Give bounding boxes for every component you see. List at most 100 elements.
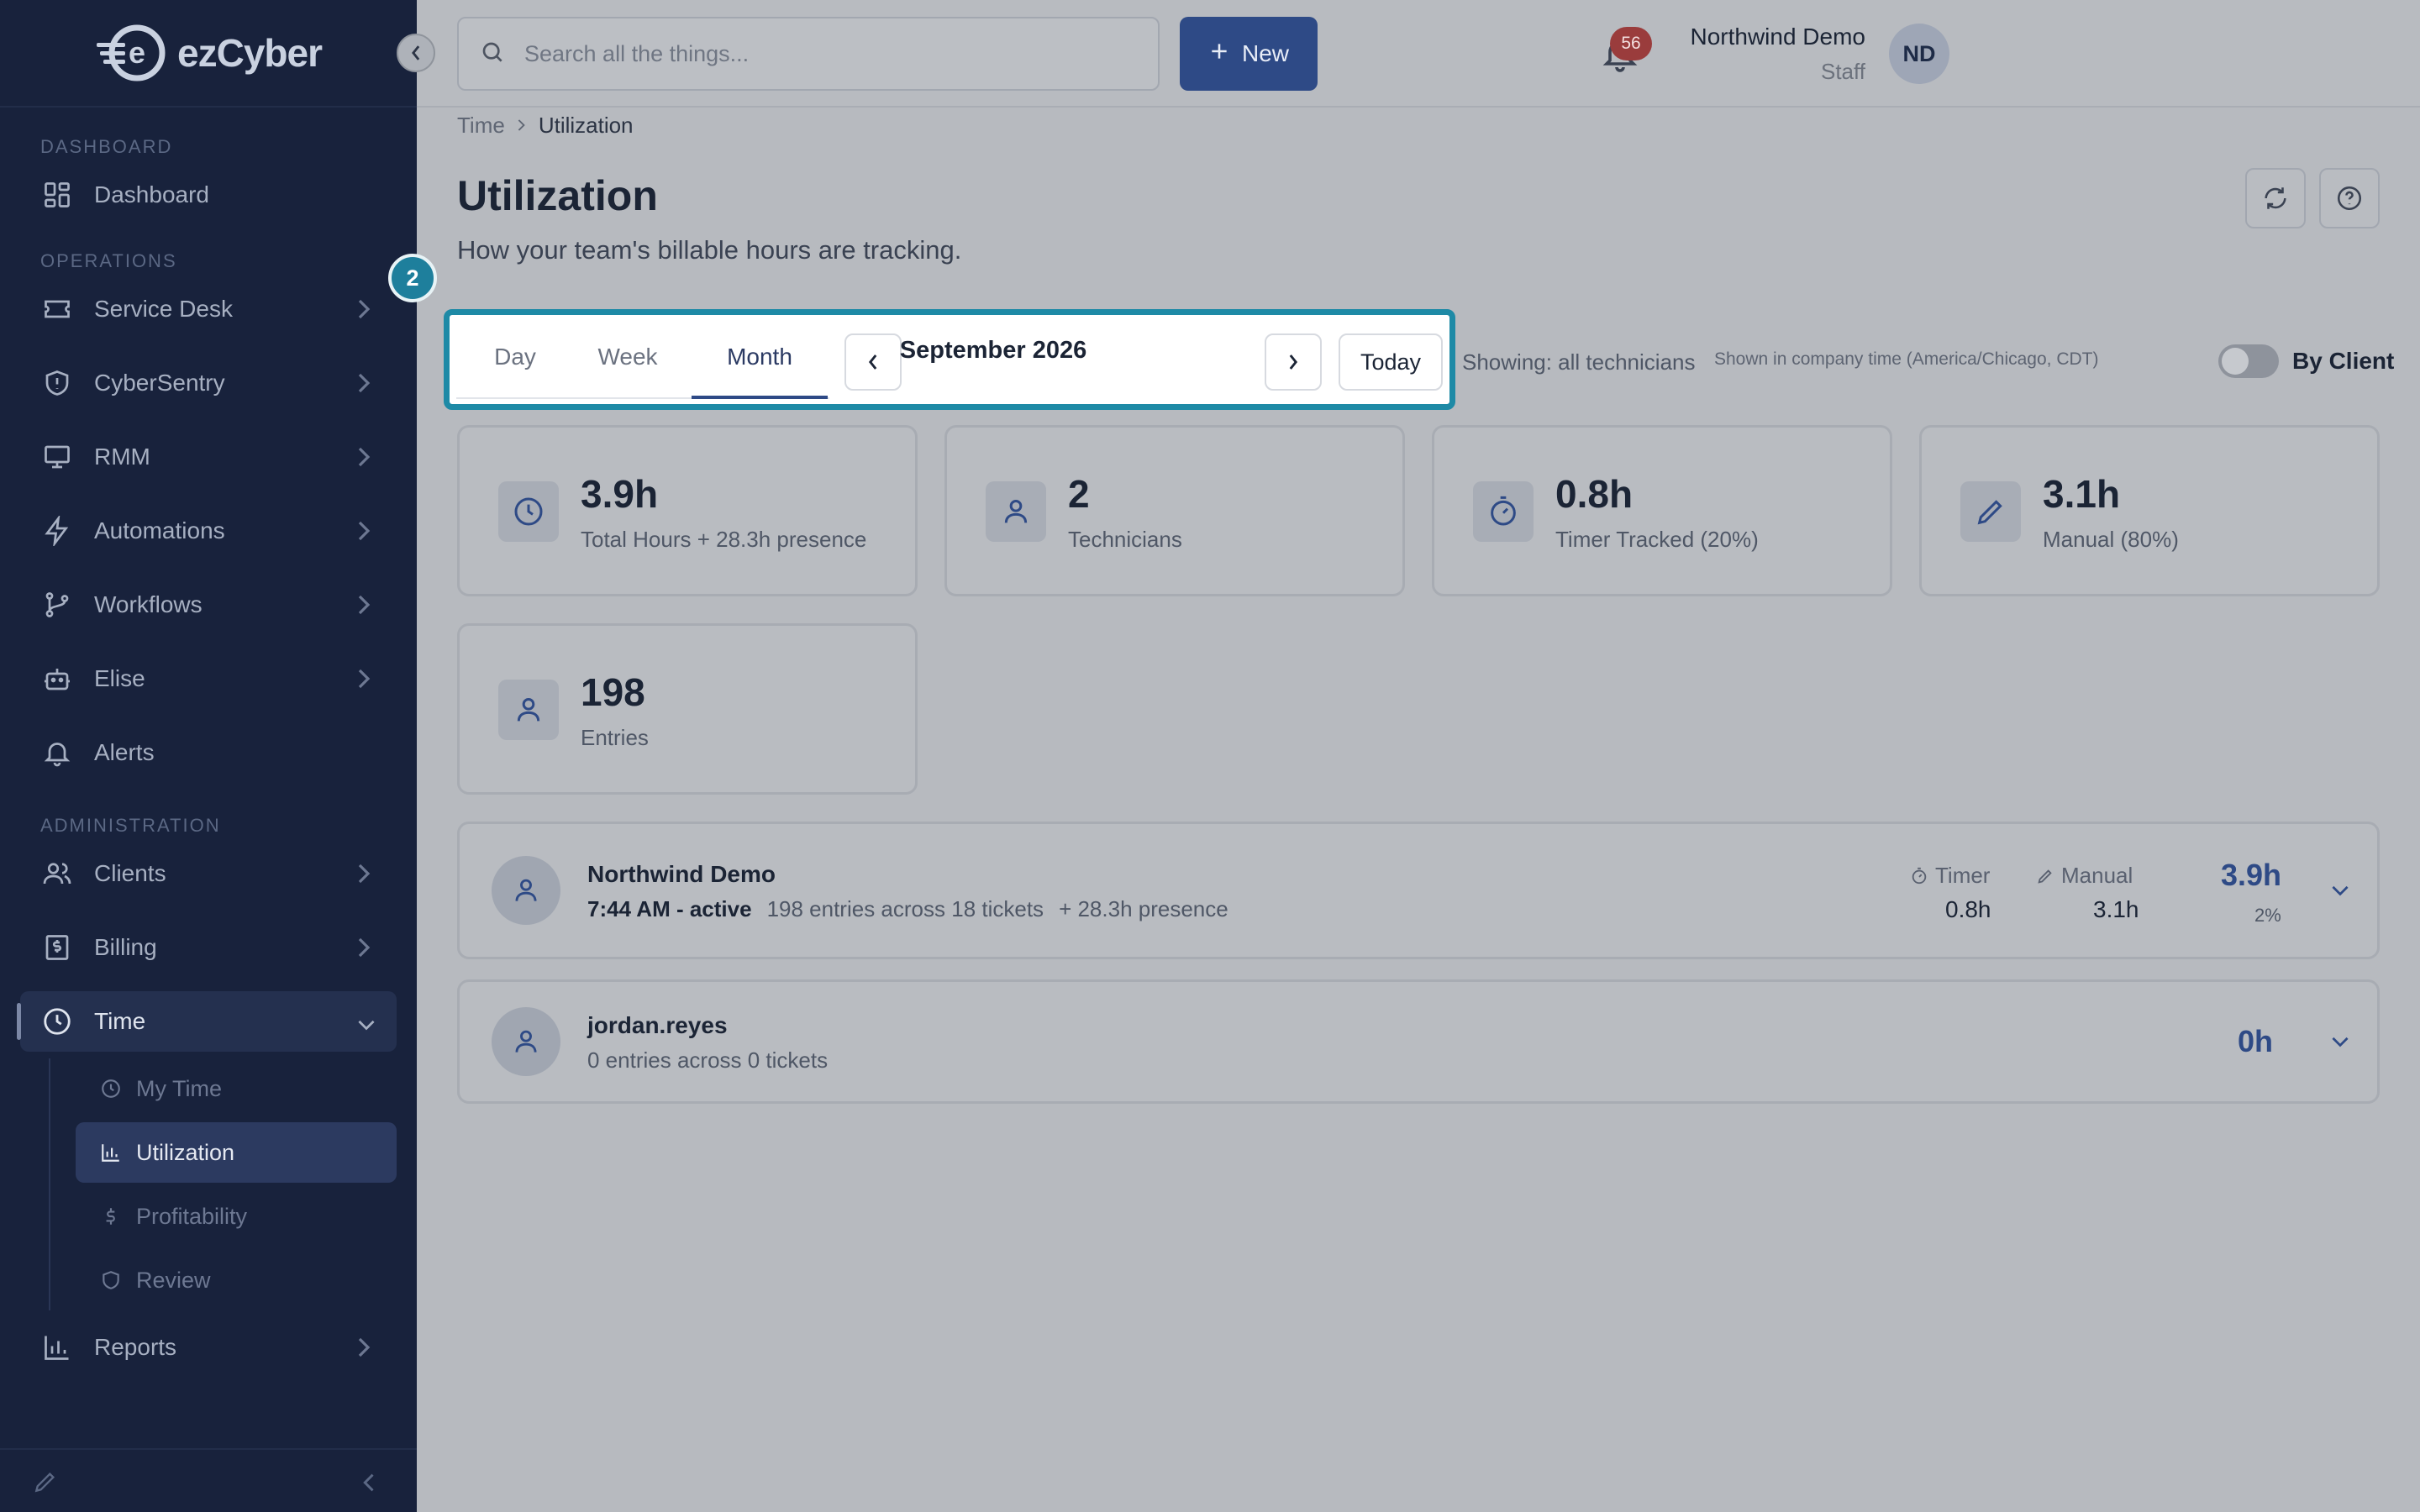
search-placeholder: Search all the things... bbox=[524, 40, 750, 66]
time-submenu: My Time Utilization Profitability Review bbox=[49, 1058, 417, 1310]
new-button[interactable]: New bbox=[1180, 17, 1318, 91]
user-name[interactable]: Northwind Demo bbox=[1597, 24, 1865, 50]
next-period-button[interactable] bbox=[1265, 333, 1322, 391]
sidebar-subitem-profitability[interactable]: Profitability bbox=[76, 1186, 397, 1247]
sidebar-item-label: CyberSentry bbox=[94, 370, 225, 396]
manual-metric-label: Manual bbox=[2036, 863, 2133, 889]
avatar[interactable]: ND bbox=[1889, 24, 1949, 84]
tab-day[interactable]: Day bbox=[483, 327, 547, 387]
bar-chart-icon bbox=[99, 1141, 123, 1164]
sidebar-item-automations[interactable]: Automations bbox=[0, 501, 417, 561]
sidebar-subitem-my-time[interactable]: My Time bbox=[76, 1058, 397, 1119]
sidebar-item-reports[interactable]: Reports bbox=[0, 1317, 417, 1378]
chevron-right-icon bbox=[356, 593, 373, 622]
tab-week[interactable]: Week bbox=[594, 327, 661, 387]
by-client-toggle[interactable] bbox=[2218, 344, 2279, 378]
technician-presence: + 28.3h presence bbox=[1059, 896, 1228, 921]
grid-icon bbox=[40, 178, 74, 212]
sidebar-item-workflows[interactable]: Workflows bbox=[0, 575, 417, 635]
sidebar-subitem-label: Utilization bbox=[136, 1139, 235, 1165]
sidebar-toggle-button[interactable] bbox=[397, 34, 435, 72]
help-circle-icon bbox=[2337, 186, 2362, 211]
sidebar-item-dashboard[interactable]: Dashboard bbox=[0, 165, 417, 225]
collapse-sidebar-icon[interactable] bbox=[360, 1472, 376, 1498]
technician-row[interactable]: Northwind Demo 7:44 AM - active 198 entr… bbox=[457, 822, 2380, 959]
sidebar-item-cybersentry[interactable]: CyberSentry bbox=[0, 353, 417, 413]
dollar-icon bbox=[99, 1205, 123, 1228]
stat-value: 198 bbox=[581, 670, 645, 714]
sidebar-item-alerts[interactable]: Alerts bbox=[0, 722, 417, 783]
chevron-down-icon bbox=[2332, 1037, 2349, 1047]
step-badge: 2 bbox=[388, 254, 437, 302]
breadcrumb-time-link[interactable]: Time bbox=[457, 113, 505, 139]
page-title: Utilization bbox=[457, 172, 658, 219]
sidebar-item-elise[interactable]: Elise bbox=[0, 648, 417, 709]
user-icon bbox=[986, 481, 1046, 542]
today-button[interactable]: Today bbox=[1339, 333, 1443, 391]
sidebar-item-label: Dashboard bbox=[94, 181, 209, 207]
section-label-operations: OPERATIONS bbox=[40, 250, 177, 271]
pencil-icon bbox=[2038, 869, 2052, 884]
bell-icon bbox=[40, 736, 74, 769]
page-subtitle: How your team's billable hours are track… bbox=[457, 235, 962, 265]
sidebar-item-rmm[interactable]: RMM bbox=[0, 427, 417, 487]
brand: e ezCyber bbox=[0, 0, 417, 108]
technician-name: jordan.reyes bbox=[587, 1012, 728, 1038]
timer-metric-label: Timer bbox=[1910, 863, 1990, 889]
stopwatch-icon bbox=[1473, 481, 1534, 542]
chevron-right-icon bbox=[1289, 354, 1298, 370]
sidebar-item-billing[interactable]: Billing bbox=[0, 917, 417, 978]
stat-card-entries: 198 Entries bbox=[457, 623, 918, 795]
clock-icon bbox=[99, 1077, 123, 1100]
sidebar-item-time[interactable]: Time bbox=[17, 991, 397, 1052]
current-period-label: September 2026 bbox=[899, 337, 1087, 364]
sidebar-subitem-review[interactable]: Review bbox=[76, 1250, 397, 1310]
sidebar-item-service-desk[interactable]: Service Desk bbox=[0, 279, 417, 339]
technician-filter-label[interactable]: Showing: all technicians bbox=[1462, 349, 1696, 375]
sidebar-subitem-utilization[interactable]: Utilization bbox=[76, 1122, 397, 1183]
stat-label: Timer Tracked (20%) bbox=[1555, 527, 1759, 552]
technician-name: Northwind Demo bbox=[587, 861, 776, 887]
technician-entries: 198 entries across 18 tickets bbox=[766, 896, 1044, 921]
breadcrumb-current: Utilization bbox=[538, 113, 634, 138]
sidebar-item-label: Automations bbox=[94, 517, 225, 543]
stat-label: Manual (80%) bbox=[2043, 527, 2179, 552]
technician-summary: 7:44 AM - active 198 entries across 18 t… bbox=[587, 896, 1228, 922]
clock-icon bbox=[498, 481, 559, 542]
stat-label: Total Hours + 28.3h presence bbox=[581, 527, 867, 552]
sidebar-subitem-label: Profitability bbox=[136, 1203, 248, 1229]
expand-row-button[interactable] bbox=[2323, 1026, 2357, 1059]
stat-value: 3.9h bbox=[581, 472, 659, 516]
help-button[interactable] bbox=[2319, 168, 2380, 228]
sidebar-subitem-label: My Time bbox=[136, 1075, 223, 1101]
expand-row-button[interactable] bbox=[2323, 874, 2357, 908]
topbar: Search all the things... New bbox=[417, 0, 2420, 108]
active-tab-indicator bbox=[692, 396, 828, 399]
timer-label: Timer bbox=[1935, 863, 1991, 888]
stat-label: Entries bbox=[581, 725, 649, 750]
timer-value: 0.8h bbox=[1945, 896, 1991, 922]
stat-value: 0.8h bbox=[1555, 472, 1634, 516]
logo[interactable]: e ezCyber bbox=[95, 23, 323, 83]
users-icon bbox=[40, 857, 74, 890]
chevron-down-icon bbox=[2332, 885, 2349, 896]
user-icon bbox=[498, 680, 559, 740]
section-label-administration: ADMINISTRATION bbox=[40, 815, 221, 836]
pencil-icon[interactable] bbox=[32, 1468, 59, 1499]
stat-card-timer-tracked: 0.8h Timer Tracked (20%) bbox=[1432, 425, 1892, 596]
sidebar-item-label: RMM bbox=[94, 444, 150, 470]
sidebar-item-label: Workflows bbox=[94, 591, 203, 617]
plus-icon bbox=[1208, 40, 1230, 68]
sidebar-item-clients[interactable]: Clients bbox=[0, 843, 417, 904]
chevron-right-icon bbox=[356, 936, 373, 965]
tab-month[interactable]: Month bbox=[692, 327, 828, 387]
by-client-label: By Client bbox=[2292, 348, 2395, 374]
stat-value: 2 bbox=[1068, 472, 1090, 516]
user-role: Staff bbox=[1820, 59, 1865, 84]
sidebar-item-label: Billing bbox=[94, 934, 157, 960]
shield-icon bbox=[40, 366, 74, 400]
technician-row[interactable]: jordan.reyes 0 entries across 0 tickets … bbox=[457, 979, 2380, 1104]
search-input[interactable]: Search all the things... bbox=[457, 17, 1160, 91]
breadcrumb: Time Utilization bbox=[457, 113, 634, 139]
refresh-button[interactable] bbox=[2245, 168, 2306, 228]
